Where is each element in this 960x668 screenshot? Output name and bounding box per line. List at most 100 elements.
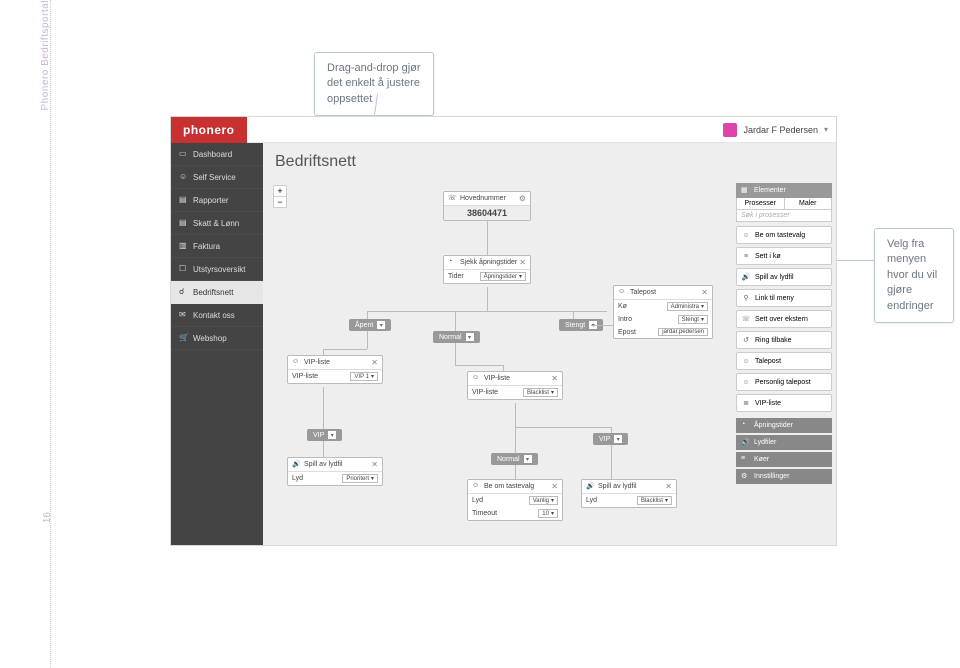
palette-item-personlig-talepost[interactable]: ☺Personlig talepost — [736, 373, 832, 391]
voicemail-icon: ☺ — [741, 356, 751, 366]
branch-vip[interactable]: VIP▾ — [307, 429, 342, 441]
gear-icon[interactable]: ⚙ — [519, 194, 526, 203]
palette-label: Be om tastevalg — [755, 232, 805, 239]
node-be-om-tastevalg[interactable]: ☺Be om tastevalg✕ LydVanlig▾ Timeout10▾ — [467, 479, 563, 521]
sidebar-item-label: Rapporter — [193, 196, 229, 205]
gear-icon: ⚙ — [741, 472, 750, 481]
tab-maler[interactable]: Maler — [785, 198, 832, 209]
sidebar-item-webshop[interactable]: 🛒Webshop — [171, 327, 263, 350]
network-icon: ☌ — [179, 287, 189, 297]
palette-item-sett-over-ekstern[interactable]: ☏Sett over ekstern — [736, 310, 832, 328]
logo[interactable]: phonero — [171, 117, 247, 143]
sidebar-item-dashboard[interactable]: ▭Dashboard — [171, 143, 263, 166]
user-menu[interactable]: Jardar F Pedersen ▾ — [723, 123, 836, 137]
foot-koer[interactable]: ≡Køer — [736, 452, 832, 467]
close-icon[interactable]: ✕ — [371, 358, 378, 367]
phone-icon: ☏ — [448, 194, 457, 203]
search-placeholder: Søk i prosesser — [741, 212, 790, 219]
node-spill-av-lydfil-2[interactable]: 🔊Spill av lydfil✕ LydBlacklist▾ — [581, 479, 677, 508]
node-spill-av-lydfil-1[interactable]: 🔊Spill av lydfil✕ LydPrioritert▾ — [287, 457, 383, 486]
select-lyd3[interactable]: Blacklist▾ — [637, 496, 672, 505]
palette-item-vip-liste[interactable]: ≣VIP-liste — [736, 394, 832, 412]
close-icon[interactable]: ✕ — [551, 374, 558, 383]
sidebar-item-label: Faktura — [193, 242, 220, 251]
sound-icon: 🔊 — [741, 272, 751, 282]
phone-icon: ☏ — [741, 314, 751, 324]
branch-apent[interactable]: Åpent▾ — [349, 319, 391, 331]
branch-vip-2[interactable]: VIP ▾ — [593, 433, 628, 445]
node-title: Spill av lydfil — [304, 461, 343, 468]
node-talepost[interactable]: ☺Talepost✕ KøAdministra▾ IntroStengt▾ Ep… — [613, 285, 713, 339]
node-title: Be om tastevalg — [484, 483, 534, 490]
money-icon: ▤ — [179, 218, 189, 228]
field-label: Intro — [618, 316, 632, 323]
flow-canvas[interactable]: + − ▦Elementer Prosesser Maler Søk i pro… — [263, 179, 836, 545]
chat-icon: ✉ — [179, 310, 189, 320]
sidebar-item-selfservice[interactable]: ☺Self Service — [171, 166, 263, 189]
sidebar-item-bedriftsnett[interactable]: ☌ Bedriftsnett — [171, 281, 263, 304]
field-label: Lyd — [292, 475, 303, 482]
node-title: Talepost — [630, 289, 656, 296]
zoom-in-button[interactable]: + — [274, 186, 286, 197]
input-epost[interactable]: jardar.pedersen — [658, 328, 708, 336]
palette-label: Sett i kø — [755, 253, 781, 260]
palette-item-link-til-meny[interactable]: ⚲Link til meny — [736, 289, 832, 307]
sidebar-item-label: Bedriftsnett — [193, 288, 233, 297]
select-intro[interactable]: Stengt▾ — [678, 315, 708, 324]
sidebar-item-faktura[interactable]: ▥Faktura — [171, 235, 263, 258]
select-vipliste[interactable]: VIP 1▾ — [350, 372, 378, 381]
sidebar-item-rapporter[interactable]: ▤ Rapporter — [171, 189, 263, 212]
select-lyd[interactable]: Prioritert▾ — [342, 474, 378, 483]
foot-label: Lydfiler — [754, 439, 776, 446]
palette-item-spill-av-lydfil[interactable]: 🔊Spill av lydfil — [736, 268, 832, 286]
pill-label: Normal — [497, 456, 520, 463]
chevron-down-icon: ▾ — [614, 435, 622, 443]
close-icon[interactable]: ✕ — [371, 460, 378, 469]
select-timeout[interactable]: 10▾ — [538, 509, 558, 518]
palette-label: Link til meny — [755, 295, 794, 302]
tab-prosesser[interactable]: Prosesser — [737, 198, 785, 209]
sound-icon: 🔊 — [586, 482, 595, 491]
sidebar-item-label: Utstyrsoversikt — [193, 265, 245, 274]
select-tider[interactable]: Åpningstider▾ — [480, 272, 526, 281]
panel-header: ▦Elementer — [736, 183, 832, 198]
node-title: Sjekk åpningstider — [460, 259, 517, 266]
voicemail-icon: ☺ — [741, 377, 751, 387]
select-vipliste2[interactable]: Blacklist▾ — [523, 388, 558, 397]
chevron-down-icon: ▾ — [466, 333, 474, 341]
field-label: Lyd — [472, 497, 483, 504]
foot-lydfiler[interactable]: 🔊Lydfiler — [736, 435, 832, 450]
palette-item-ring-tilbake[interactable]: ↺Ring tilbake — [736, 331, 832, 349]
palette-item-be-om-tastevalg[interactable]: ☺Be om tastevalg — [736, 226, 832, 244]
foot-innstillinger[interactable]: ⚙Innstillinger — [736, 469, 832, 484]
branch-normal[interactable]: Normal▾ — [433, 331, 480, 343]
branch-normal-2[interactable]: Normal▾ — [491, 453, 538, 465]
close-icon[interactable]: ✕ — [701, 288, 708, 297]
node-vip-liste-2[interactable]: ☺VIP-liste✕ VIP-listeBlacklist▾ — [467, 371, 563, 400]
sidebar-item-label: Kontakt oss — [193, 311, 235, 320]
sidebar-item-kontakt[interactable]: ✉ Kontakt oss — [171, 304, 263, 327]
sidebar-item-utstyr[interactable]: ☐Utstyrsoversikt — [171, 258, 263, 281]
pill-label: Stengt — [565, 322, 585, 329]
close-icon[interactable]: ✕ — [665, 482, 672, 491]
pill-label: VIP — [313, 432, 324, 439]
field-label: Tider — [448, 273, 464, 280]
node-vip-liste-1[interactable]: ☺VIP-liste✕ VIP-listeVIP 1▾ — [287, 355, 383, 384]
panel-search[interactable]: Søk i prosesser — [736, 210, 832, 222]
report-icon: ▤ — [179, 195, 189, 205]
palette-item-talepost[interactable]: ☺Talepost — [736, 352, 832, 370]
zoom-out-button[interactable]: − — [274, 197, 286, 207]
user-icon: ☺ — [472, 482, 481, 491]
select-lyd2[interactable]: Vanlig▾ — [529, 496, 558, 505]
close-icon[interactable]: ✕ — [519, 258, 526, 267]
node-hovednummer[interactable]: ☏Hovednummer⚙ 38604471 — [443, 191, 531, 221]
close-icon[interactable]: ✕ — [551, 482, 558, 491]
palette-item-sett-i-ko[interactable]: ≡Sett i kø — [736, 247, 832, 265]
panel-title: Elementer — [754, 187, 786, 194]
node-sjekk-apningstider[interactable]: ◔Sjekk åpningstider✕ TiderÅpningstider▾ — [443, 255, 531, 284]
pill-label: VIP — [599, 436, 610, 443]
select-ko[interactable]: Administra▾ — [667, 302, 708, 311]
sidebar-item-skatt[interactable]: ▤Skatt & Lønn — [171, 212, 263, 235]
node-title: Spill av lydfil — [598, 483, 637, 490]
foot-apningstider[interactable]: ◔Åpningstider — [736, 418, 832, 433]
